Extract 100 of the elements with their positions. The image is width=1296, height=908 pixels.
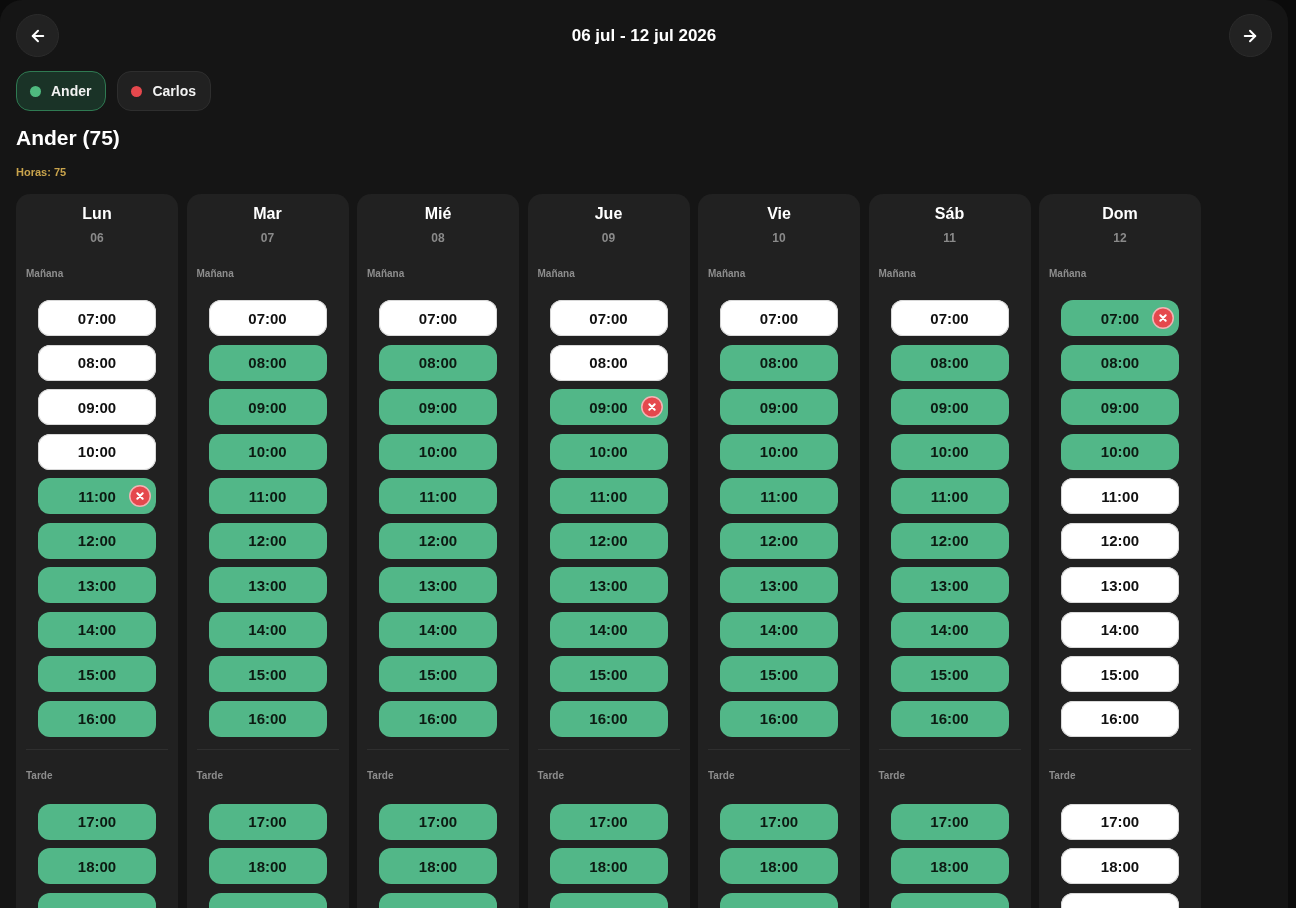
time-slot-button[interactable]: 09:00 (38, 389, 156, 425)
time-slot-button[interactable]: 16:00 (720, 700, 838, 737)
time-slot-button[interactable]: 18:00 (38, 848, 156, 884)
time-slot-button[interactable]: 07:00 (549, 300, 668, 336)
time-slot-button[interactable]: 16:00 (549, 700, 668, 737)
time-slot-button[interactable]: 08:00 (38, 344, 156, 381)
time-slot-button[interactable]: 13:00 (208, 567, 327, 603)
time-slot-button[interactable]: 09:00 (208, 389, 327, 425)
time-slot-button[interactable]: 09:00 (1061, 389, 1179, 425)
time-slot-button[interactable]: 15:00 (890, 656, 1009, 692)
time-slot-button[interactable]: 09:00 (549, 389, 668, 425)
time-slot-button[interactable]: 12:00 (549, 522, 668, 559)
time-slot-button[interactable]: 11:00 (208, 478, 327, 514)
person-chip[interactable]: Ander (16, 71, 107, 111)
time-slot-button[interactable]: 09:00 (720, 389, 838, 425)
time-slot-button[interactable]: 18:00 (890, 848, 1009, 884)
time-slot-button[interactable]: 12:00 (208, 522, 327, 559)
time-slot-button[interactable]: 12:00 (379, 522, 497, 559)
time-slot-button[interactable]: 18:00 (1061, 848, 1179, 884)
time-slot-button[interactable]: 18:00 (720, 848, 838, 884)
time-slot-button[interactable]: 14:00 (208, 611, 327, 648)
time-slot-button[interactable]: 07:00 (38, 300, 156, 336)
time-slot-button[interactable]: 17:00 (549, 803, 668, 840)
time-slot-button[interactable]: 13:00 (890, 567, 1009, 603)
time-slot-button[interactable]: 15:00 (1061, 656, 1179, 692)
section-label: Mañana (708, 266, 746, 280)
day-name: Vie (766, 204, 792, 224)
time-slot-button[interactable]: 09:00 (379, 389, 497, 425)
time-slot-button[interactable]: 10:00 (1061, 433, 1179, 470)
time-slot-button[interactable]: 17:00 (890, 803, 1009, 840)
day-name: Dom (1101, 204, 1139, 224)
time-slot-button[interactable]: 12:00 (1061, 522, 1179, 559)
time-slot-button[interactable]: 12:00 (890, 522, 1009, 559)
time-slot-button[interactable]: 08:00 (549, 344, 668, 381)
time-slot-button[interactable]: 18:00 (379, 848, 497, 884)
time-slot-button[interactable]: 13:00 (1061, 567, 1179, 603)
time-slot-button[interactable]: 17:00 (208, 803, 327, 840)
time-slot-button[interactable]: 10:00 (379, 433, 497, 470)
time-slot-button[interactable]: 16:00 (1061, 700, 1179, 737)
time-slot-button[interactable]: 18:00 (549, 848, 668, 884)
time-slot-button[interactable]: 10:00 (890, 433, 1009, 470)
time-slot-button[interactable]: 07:00 (379, 300, 497, 336)
time-slot-button[interactable]: 13:00 (549, 567, 668, 603)
time-slot-button[interactable]: 16:00 (38, 700, 156, 737)
day-date: 11 (942, 230, 957, 246)
time-slot-button[interactable]: 07:00 (720, 300, 838, 336)
time-slot-button[interactable]: 11:00 (720, 478, 838, 514)
time-slot-button[interactable]: 10:00 (38, 433, 156, 470)
time-slot-button[interactable]: 11:00 (1061, 478, 1179, 514)
time-slot-button[interactable]: 08:00 (720, 344, 838, 381)
section-label: Tarde (196, 769, 223, 782)
next-week-button[interactable] (1229, 14, 1272, 57)
time-slot-button[interactable]: 14:00 (38, 611, 156, 648)
time-slot-button[interactable]: 14:00 (720, 611, 838, 648)
time-slot-button[interactable]: 12:00 (720, 522, 838, 559)
time-slot-button[interactable]: 16:00 (208, 700, 327, 737)
person-chip[interactable]: Carlos (117, 71, 212, 111)
time-slot-button[interactable]: 13:00 (38, 567, 156, 603)
time-slot-button[interactable]: 08:00 (208, 344, 327, 381)
time-slot-button[interactable]: 13:00 (379, 567, 497, 603)
time-slot-button[interactable]: 17:00 (1061, 803, 1179, 840)
time-slot-button[interactable]: 11:00 (549, 478, 668, 514)
time-slot-button[interactable]: 13:00 (720, 567, 838, 603)
time-slot-button[interactable]: 07:00 (208, 300, 327, 336)
time-slot-button[interactable]: 08:00 (890, 344, 1009, 381)
time-slot-button[interactable]: 16:00 (890, 700, 1009, 737)
time-slot-button[interactable]: 12:00 (38, 522, 156, 559)
time-slot-button[interactable]: 15:00 (549, 656, 668, 692)
time-slot-button[interactable]: 17:00 (38, 803, 156, 840)
time-slot-button[interactable]: 14:00 (890, 611, 1009, 648)
time-slot-button[interactable]: 11:00 (38, 478, 156, 514)
time-slot-button[interactable]: 18:00 (208, 848, 327, 884)
time-slot-button[interactable]: 07:00 (1061, 300, 1179, 336)
time-slot-button[interactable]: 07:00 (890, 300, 1009, 336)
time-slot-button[interactable]: 10:00 (549, 433, 668, 470)
remove-icon[interactable] (129, 485, 151, 507)
time-slot-button[interactable]: 15:00 (208, 656, 327, 692)
time-slot-button[interactable]: 08:00 (379, 344, 497, 381)
remove-icon[interactable] (1152, 307, 1174, 329)
section-label: Mañana (878, 266, 916, 280)
time-slot-button[interactable]: 15:00 (38, 656, 156, 692)
section-label: Tarde (26, 769, 53, 782)
time-slot-button[interactable]: 15:00 (379, 656, 497, 692)
time-slot-button[interactable]: 11:00 (890, 478, 1009, 514)
remove-icon[interactable] (640, 396, 663, 418)
time-slot-button[interactable]: 11:00 (379, 478, 497, 514)
time-slot-button[interactable]: 16:00 (379, 700, 497, 737)
day-date: 10 (771, 230, 787, 246)
time-slot-button[interactable]: 17:00 (379, 803, 497, 840)
previous-week-button[interactable] (16, 14, 59, 57)
time-slot-button[interactable]: 08:00 (1061, 344, 1179, 381)
time-slot-button[interactable]: 09:00 (890, 389, 1009, 425)
time-slot-button[interactable]: 14:00 (549, 611, 668, 648)
time-slot-button[interactable]: 10:00 (720, 433, 838, 470)
day-name: Mié (423, 204, 453, 224)
time-slot-button[interactable]: 14:00 (1061, 611, 1179, 648)
time-slot-button[interactable]: 17:00 (720, 803, 838, 840)
time-slot-button[interactable]: 15:00 (720, 656, 838, 692)
time-slot-button[interactable]: 10:00 (208, 433, 327, 470)
time-slot-button[interactable]: 14:00 (379, 611, 497, 648)
